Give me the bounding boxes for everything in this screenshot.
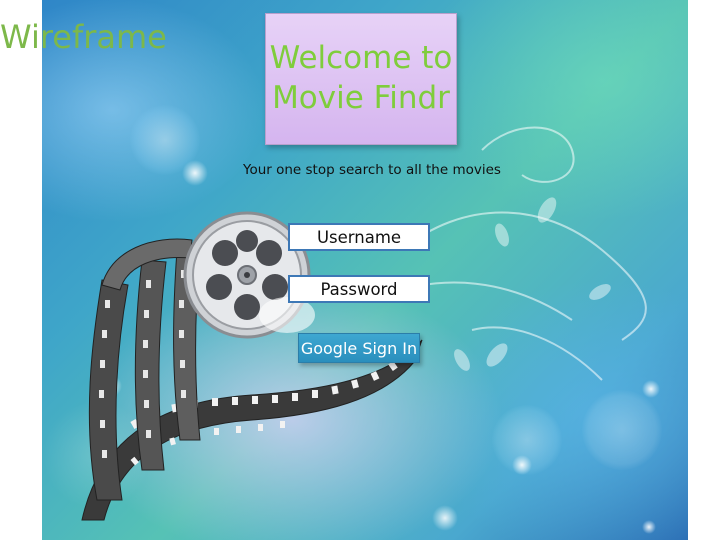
password-field[interactable]: Password: [288, 275, 430, 303]
username-label: Username: [316, 227, 402, 247]
welcome-title: Welcome to Movie Findr: [269, 40, 453, 116]
tagline: Your one stop search to all the movies: [243, 162, 501, 178]
welcome-title-box: Welcome to Movie Findr: [265, 13, 457, 145]
google-sign-in-button[interactable]: Google Sign In: [298, 333, 420, 363]
google-sign-in-label: Google Sign In: [300, 338, 418, 358]
wireframe-label: Wireframe: [0, 18, 167, 56]
username-field[interactable]: Username: [288, 223, 430, 251]
password-label: Password: [320, 279, 398, 299]
